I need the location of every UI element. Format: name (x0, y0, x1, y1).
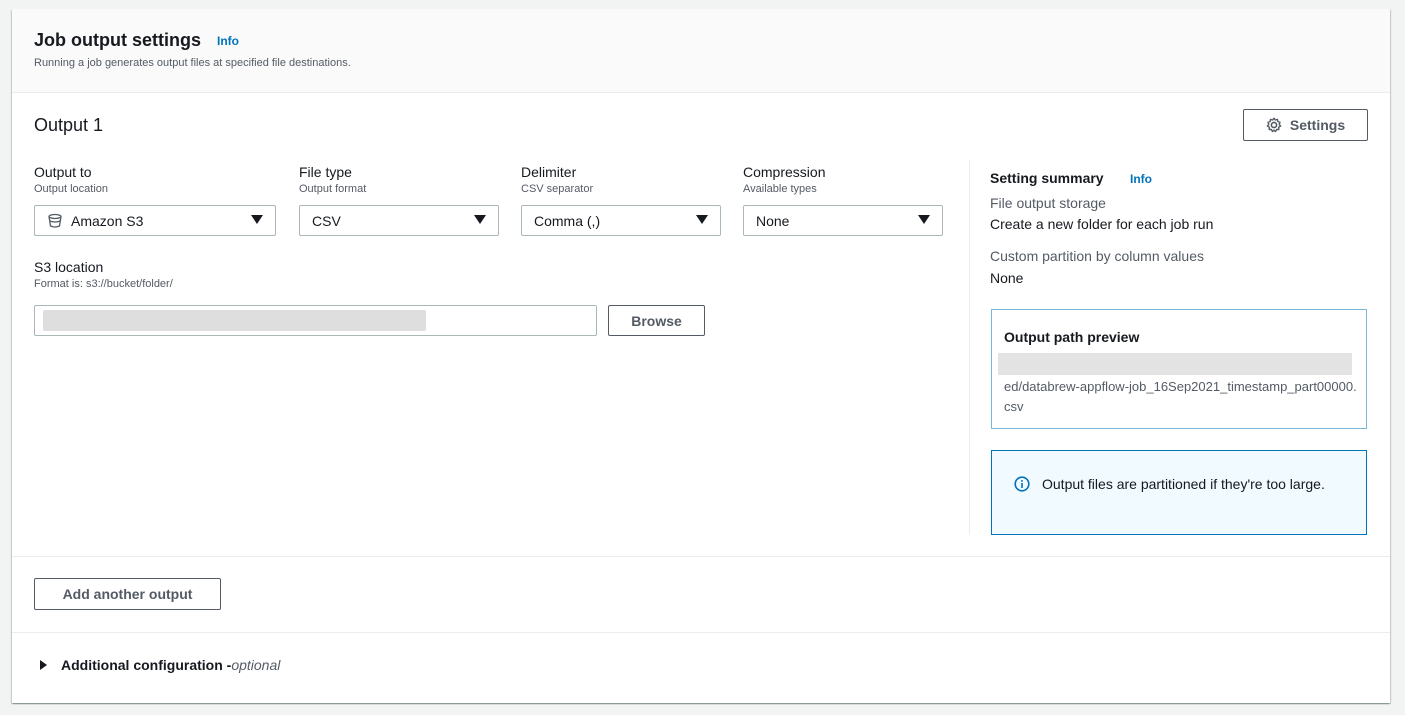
output-to-value: Amazon S3 (71, 212, 144, 229)
output-to-label: Output to (34, 164, 92, 180)
settings-button-label: Settings (1289, 117, 1346, 133)
delimiter-value: Comma (,) (534, 212, 601, 229)
s3-location-desc: Format is: s3://bucket/folder/ (34, 278, 173, 290)
caret-down-icon (251, 215, 263, 224)
summary-info-link[interactable]: Info (1130, 172, 1152, 186)
section-divider (12, 632, 1390, 633)
header-description: Running a job generates output files at … (34, 57, 351, 69)
info-circle-icon (1014, 476, 1030, 492)
file-type-value: CSV (312, 212, 341, 229)
delimiter-select[interactable]: Comma (,) (521, 205, 721, 236)
caret-down-icon (474, 215, 486, 224)
add-another-output-button[interactable]: Add another output (34, 578, 221, 610)
additional-configuration-toggle[interactable]: Additional configuration - optional (40, 657, 280, 673)
settings-button[interactable]: Settings (1243, 109, 1368, 141)
file-type-label: File type (299, 164, 352, 180)
info-alert: Output files are partitioned if they're … (991, 450, 1367, 535)
compression-select[interactable]: None (743, 205, 943, 236)
preview-title: Output path preview (1004, 329, 1140, 345)
redacted-value (43, 310, 426, 331)
browse-button[interactable]: Browse (608, 305, 705, 336)
file-output-storage-value: Create a new folder for each job run (990, 216, 1214, 232)
preview-path: ed/databrew-appflow-job_16Sep2021_timest… (1004, 379, 1357, 414)
summary-title: Setting summary (990, 170, 1104, 186)
output-title: Output 1 (34, 115, 104, 135)
caret-right-icon (40, 660, 47, 670)
file-type-select[interactable]: CSV (299, 205, 499, 236)
additional-configuration-label: Additional configuration - (61, 657, 232, 673)
section-divider (12, 556, 1390, 557)
caret-down-icon (918, 215, 930, 224)
alert-text: Output files are partitioned if they're … (1042, 476, 1325, 492)
custom-partition-value: None (990, 270, 1024, 286)
compression-label: Compression (743, 164, 826, 180)
panel-header: Job output settings Info Running a job g… (12, 9, 1390, 93)
optional-label: optional (231, 657, 281, 673)
delimiter-desc: CSV separator (521, 183, 594, 195)
compression-value: None (756, 212, 790, 229)
output-path-preview: Output path preview ed/databrew-appflow-… (991, 309, 1367, 429)
output-to-select[interactable]: Amazon S3 (34, 205, 276, 236)
redacted-path (998, 353, 1352, 375)
column-divider (969, 160, 970, 535)
bucket-icon (47, 213, 63, 229)
caret-down-icon (696, 215, 708, 224)
page-title: Job output settings (34, 30, 201, 50)
s3-location-input[interactable] (34, 305, 597, 336)
s3-location-label: S3 location (34, 259, 104, 275)
job-output-settings-panel: Job output settings Info Running a job g… (12, 9, 1390, 703)
compression-desc: Available types (743, 183, 817, 195)
header-info-link[interactable]: Info (217, 34, 239, 48)
file-output-storage-key: File output storage (990, 195, 1106, 211)
delimiter-label: Delimiter (521, 164, 577, 180)
file-type-desc: Output format (299, 183, 367, 195)
gear-icon (1266, 117, 1282, 133)
custom-partition-key: Custom partition by column values (990, 248, 1204, 264)
output-to-desc: Output location (34, 183, 108, 195)
